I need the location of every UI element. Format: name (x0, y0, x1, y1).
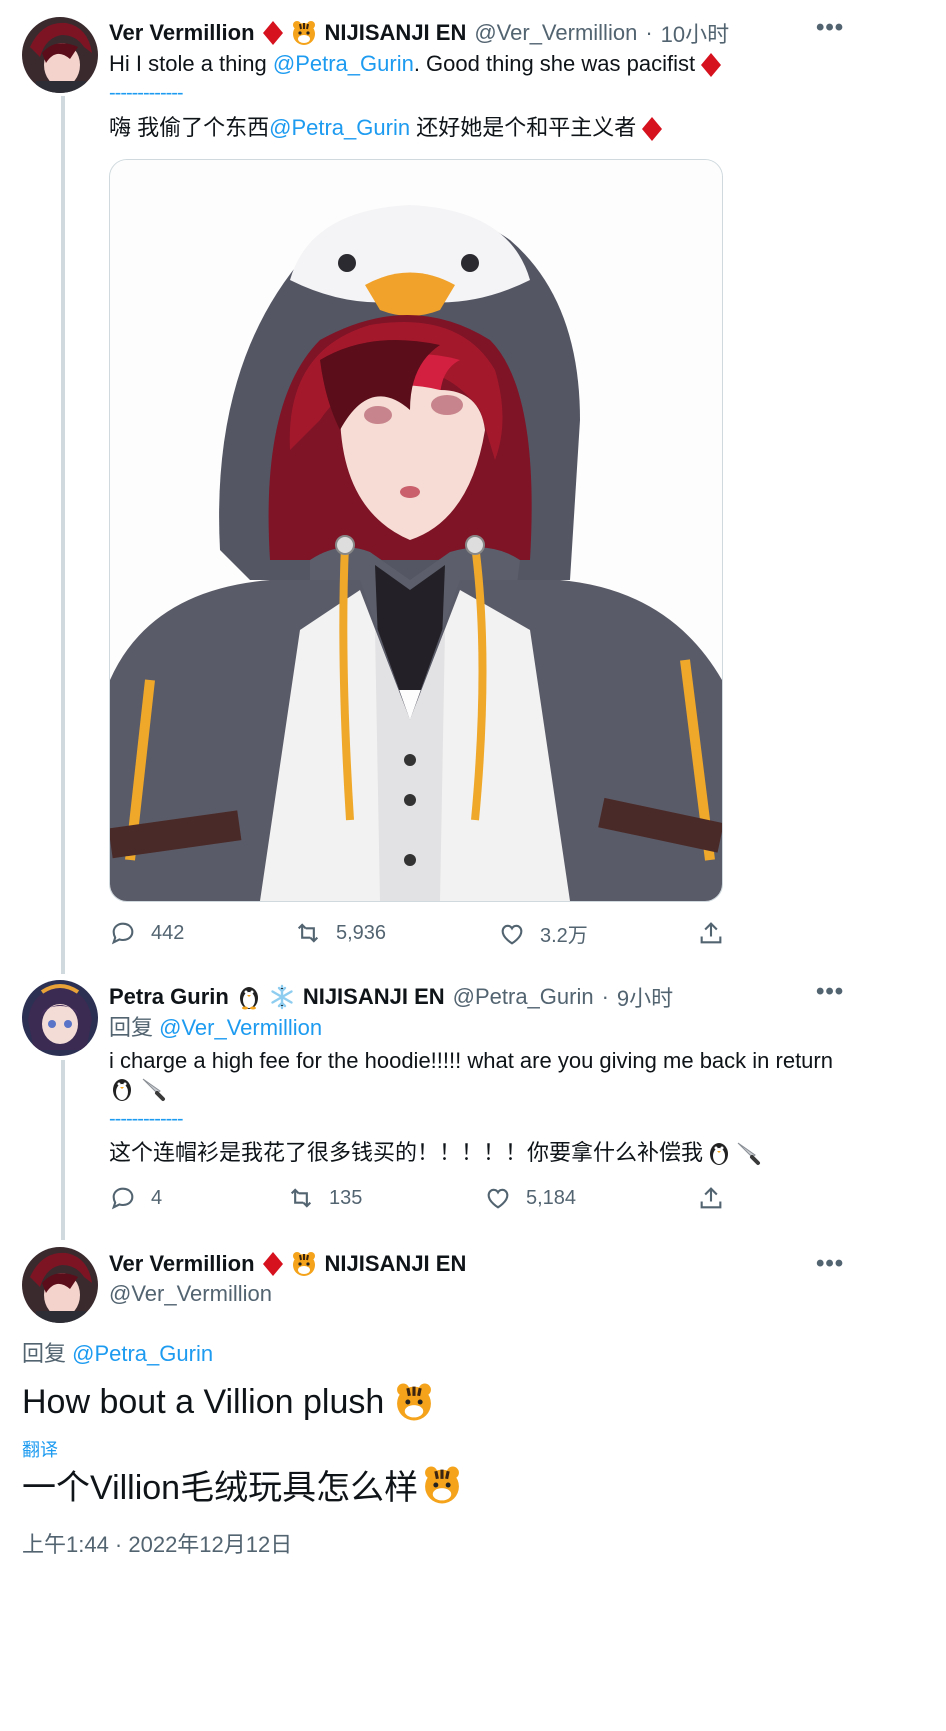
reply-button[interactable]: 4 (109, 1184, 162, 1212)
retweet-count: 5,936 (336, 921, 387, 944)
more-icon[interactable]: ••• (816, 1250, 844, 1278)
translate-link[interactable]: 翻译 (22, 1436, 58, 1462)
tweet-text: How bout a Villion plush (22, 1382, 434, 1422)
author-org: NIJISANJI EN (324, 1251, 467, 1276)
more-icon[interactable]: ••• (816, 978, 844, 1006)
share-button[interactable] (697, 919, 725, 947)
share-icon (700, 1187, 722, 1209)
mention-link[interactable]: @Ver_Vermillion (159, 1015, 322, 1040)
diamond-icon (701, 53, 722, 78)
divider-line: ------------- (109, 82, 184, 104)
author-handle[interactable]: @Petra_Gurin (453, 984, 594, 1010)
mention-link[interactable]: @Petra_Gurin (273, 51, 414, 76)
reply-context: 回复 @Ver_Vermillion (109, 1015, 323, 1040)
penguin-icon (113, 1079, 131, 1101)
like-icon (501, 924, 523, 945)
divider-line: ------------- (109, 1108, 184, 1130)
diamond-icon (642, 117, 663, 142)
reply-icon (111, 1187, 134, 1210)
tweet-timestamp[interactable]: 上午1:44 · 2022年12月12日 (22, 1527, 292, 1559)
more-icon[interactable]: ••• (816, 14, 844, 42)
tiger-icon (397, 1383, 432, 1421)
retweet-button[interactable]: 135 (287, 1184, 362, 1212)
diamond-icon (262, 1252, 283, 1276)
mention-link[interactable]: @Petra_Gurin (269, 115, 410, 140)
reply-button[interactable]: 442 (109, 919, 184, 947)
like-button[interactable]: 5,184 (484, 1184, 576, 1212)
author-name[interactable]: Ver Vermillion (109, 1251, 255, 1277)
diamond-icon (262, 21, 283, 45)
tweet-text-zh: 一个Villion毛绒玩具怎么样 (22, 1460, 462, 1509)
thread-line (61, 96, 65, 974)
reply-count: 442 (151, 921, 185, 944)
tweet-text: i charge a high fee for the hoodie!!!!! … (109, 1048, 833, 1073)
author-org: NIJISANJI EN (302, 984, 445, 1009)
reply-context: 回复 @Petra_Gurin (22, 1341, 214, 1366)
reply-icon (111, 922, 134, 945)
tweet-text-zh: 嗨 我偷了个东西@Petra_Gurin 还好她是个和平主义者 (109, 110, 869, 145)
retweet-icon (297, 923, 319, 943)
reply-count: 4 (151, 1186, 163, 1209)
retweet-icon (290, 1188, 312, 1208)
knife-icon (737, 1142, 761, 1165)
penguin-icon (239, 987, 258, 1010)
author-org: NIJISANJI EN (324, 20, 467, 45)
like-count: 3.2万 (540, 925, 588, 947)
tweet-time[interactable]: 9小时 (617, 981, 673, 1013)
like-count: 5,184 (526, 1186, 577, 1209)
author-name[interactable]: Petra Gurin (109, 984, 229, 1010)
like-icon (487, 1188, 509, 1209)
author-handle[interactable]: @Ver_Vermillion (109, 1281, 272, 1307)
thread-line (61, 1060, 65, 1240)
author-handle[interactable]: @Ver_Vermillion (474, 20, 637, 46)
knife-icon (142, 1078, 165, 1101)
retweet-count: 135 (329, 1186, 363, 1209)
tiger-icon (292, 1252, 315, 1276)
snowflake-icon (271, 984, 293, 1010)
mention-link[interactable]: @Petra_Gurin (72, 1341, 213, 1366)
avatar[interactable] (22, 17, 98, 93)
author-name[interactable]: Ver Vermillion (109, 20, 255, 46)
penguin-icon (710, 1142, 729, 1165)
tweet-text-zh: 这个连帽衫是我花了很多钱买的！！！！！你要拿什么补偿我 (109, 1135, 869, 1170)
share-button[interactable] (697, 1184, 725, 1212)
avatar[interactable] (22, 1247, 98, 1323)
tiger-icon (425, 1466, 460, 1503)
avatar[interactable] (22, 980, 98, 1056)
tweet-text: Hi I stole a thing @Petra_Gurin. Good th… (109, 46, 869, 81)
like-button[interactable]: 3.2万 (498, 919, 588, 948)
retweet-button[interactable]: 5,936 (294, 919, 386, 947)
tweet-time[interactable]: 10小时 (661, 17, 729, 49)
separator-dot: · (645, 20, 653, 45)
tweet-image[interactable] (109, 159, 723, 902)
separator-dot: · (601, 984, 609, 1009)
share-icon (700, 922, 722, 944)
tiger-icon (292, 21, 315, 45)
